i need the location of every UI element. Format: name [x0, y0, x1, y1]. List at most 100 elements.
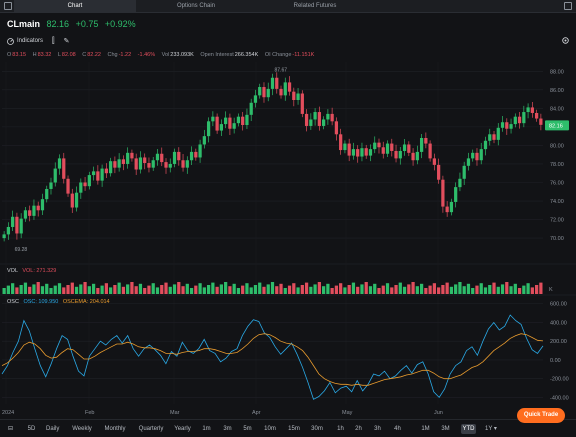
volume-bar: [164, 282, 168, 294]
osc-tick-label: 0.00: [550, 358, 561, 364]
price-tick-label: 76.00: [550, 180, 564, 186]
volume-bar: [121, 286, 126, 294]
volume-bar: [206, 285, 211, 294]
volume-bar: [96, 288, 100, 294]
period-10m-button[interactable]: 10m: [264, 424, 276, 434]
volume-bar: [177, 282, 181, 294]
candle-body: [155, 153, 160, 161]
candle-body: [121, 159, 126, 164]
candle-body: [19, 218, 23, 234]
volume-bar: [492, 282, 496, 294]
oscema-value: OSCEMA: 204.014: [62, 299, 110, 305]
candle-body: [445, 206, 449, 213]
volume-bar: [23, 282, 28, 294]
price-annotation: 87.67: [275, 67, 288, 73]
period-1y-button[interactable]: 1Y ▾: [484, 424, 498, 434]
candle-body: [351, 149, 356, 156]
volume-bar: [522, 285, 526, 294]
period-yearly-button[interactable]: Yearly: [174, 424, 191, 434]
period-5d-button[interactable]: 5D: [27, 424, 36, 434]
period-2h-button[interactable]: 2h: [354, 424, 363, 434]
volume-bar: [258, 282, 262, 294]
period-30m-button[interactable]: 30m: [311, 424, 323, 434]
time-tick-label: May: [342, 410, 353, 416]
volume-bar: [155, 287, 160, 294]
volume-bar: [45, 283, 49, 294]
chart-grid: [0, 62, 576, 404]
volume-bar: [181, 286, 185, 294]
volume-bar: [509, 286, 513, 294]
period-monthly-button[interactable]: Monthly: [103, 424, 127, 434]
candle-body: [317, 112, 321, 126]
period-bar: 5D Daily Weekly Monthly Quarterly Yearly 1m 3m 5…: [0, 419, 576, 437]
volume-bar: [381, 285, 385, 294]
candle-body: [236, 116, 241, 124]
volume-bar: [390, 287, 394, 294]
candle-body: [394, 150, 398, 159]
candle-body: [224, 117, 228, 125]
candle-body: [347, 143, 351, 156]
volume-bar: [479, 283, 483, 294]
volume-bar: [198, 283, 202, 294]
candle-body: [109, 161, 113, 174]
period-ytd-button[interactable]: YTD: [461, 424, 476, 434]
candle-body: [66, 178, 70, 194]
candle-body: [215, 116, 219, 131]
candle-body: [28, 210, 32, 216]
volume-bar: [334, 285, 339, 294]
candle-body: [475, 152, 479, 161]
candle-body: [266, 88, 270, 98]
period-1m-button[interactable]: 1m: [202, 424, 211, 434]
candle-body: [11, 216, 15, 227]
period-5m-button[interactable]: 5m: [243, 424, 252, 434]
period-15m-button[interactable]: 15m: [288, 424, 300, 434]
osc-panel: 600.00 400.00 200.00 0.00 -200.00 -400.00: [1, 302, 569, 401]
time-tick-label: Feb: [85, 410, 94, 416]
volume-bar: [168, 286, 172, 294]
period-3m-button[interactable]: 3M: [441, 424, 450, 434]
candle-body: [164, 162, 168, 168]
volume-bar: [471, 288, 475, 294]
candle-body: [117, 159, 121, 168]
osc-value: OSC: 109.950: [23, 299, 59, 305]
candle-body: [228, 117, 232, 129]
price-tick-label: 88.00: [550, 69, 564, 75]
volume-bar: [100, 285, 104, 294]
candle-body: [356, 149, 360, 157]
candle-body: [138, 157, 143, 170]
volume-bar: [517, 288, 522, 294]
volume-bar: [368, 286, 373, 294]
price-chart[interactable]: 87.67 69.28 600.00 400.00 200.00 0.00 -200.00…: [0, 0, 576, 420]
period-1h-button[interactable]: 1h: [336, 424, 345, 434]
candle-body: [321, 119, 326, 126]
period-3m-button[interactable]: 3m: [223, 424, 232, 434]
volume-bar: [526, 283, 530, 294]
candle-body: [462, 165, 466, 179]
candle-body: [262, 87, 266, 98]
candle-body: [313, 112, 317, 120]
period-weekly-button[interactable]: Weekly: [72, 424, 92, 434]
period-1m-button[interactable]: 1M: [421, 424, 430, 434]
volume-bar: [189, 288, 194, 294]
candle-body: [428, 143, 432, 159]
period-4h-button[interactable]: 4h: [393, 424, 402, 434]
volume-bar: [53, 285, 57, 294]
candle-body: [185, 160, 189, 168]
candle-body: [143, 157, 147, 164]
volume-bar: [313, 284, 317, 294]
candle-body: [398, 150, 402, 159]
period-daily-button[interactable]: Daily: [46, 424, 59, 434]
volume-bar: [134, 286, 138, 294]
period-3h-button[interactable]: 3h: [373, 424, 382, 434]
time-axis: 2024 Feb Mar Apr May Jun: [2, 410, 443, 416]
price-tick-label: 86.00: [550, 88, 564, 94]
volume-bar: [224, 282, 228, 294]
period-quarterly-button[interactable]: Quarterly: [138, 424, 164, 434]
candle-body: [134, 158, 138, 170]
volume-bar: [211, 282, 215, 294]
collapse-icon[interactable]: ⊟: [6, 424, 15, 434]
candle-body: [454, 187, 458, 202]
quick-trade-button[interactable]: Quick Trade: [517, 408, 565, 423]
candle-body: [381, 147, 385, 154]
volume-bar: [326, 283, 330, 294]
